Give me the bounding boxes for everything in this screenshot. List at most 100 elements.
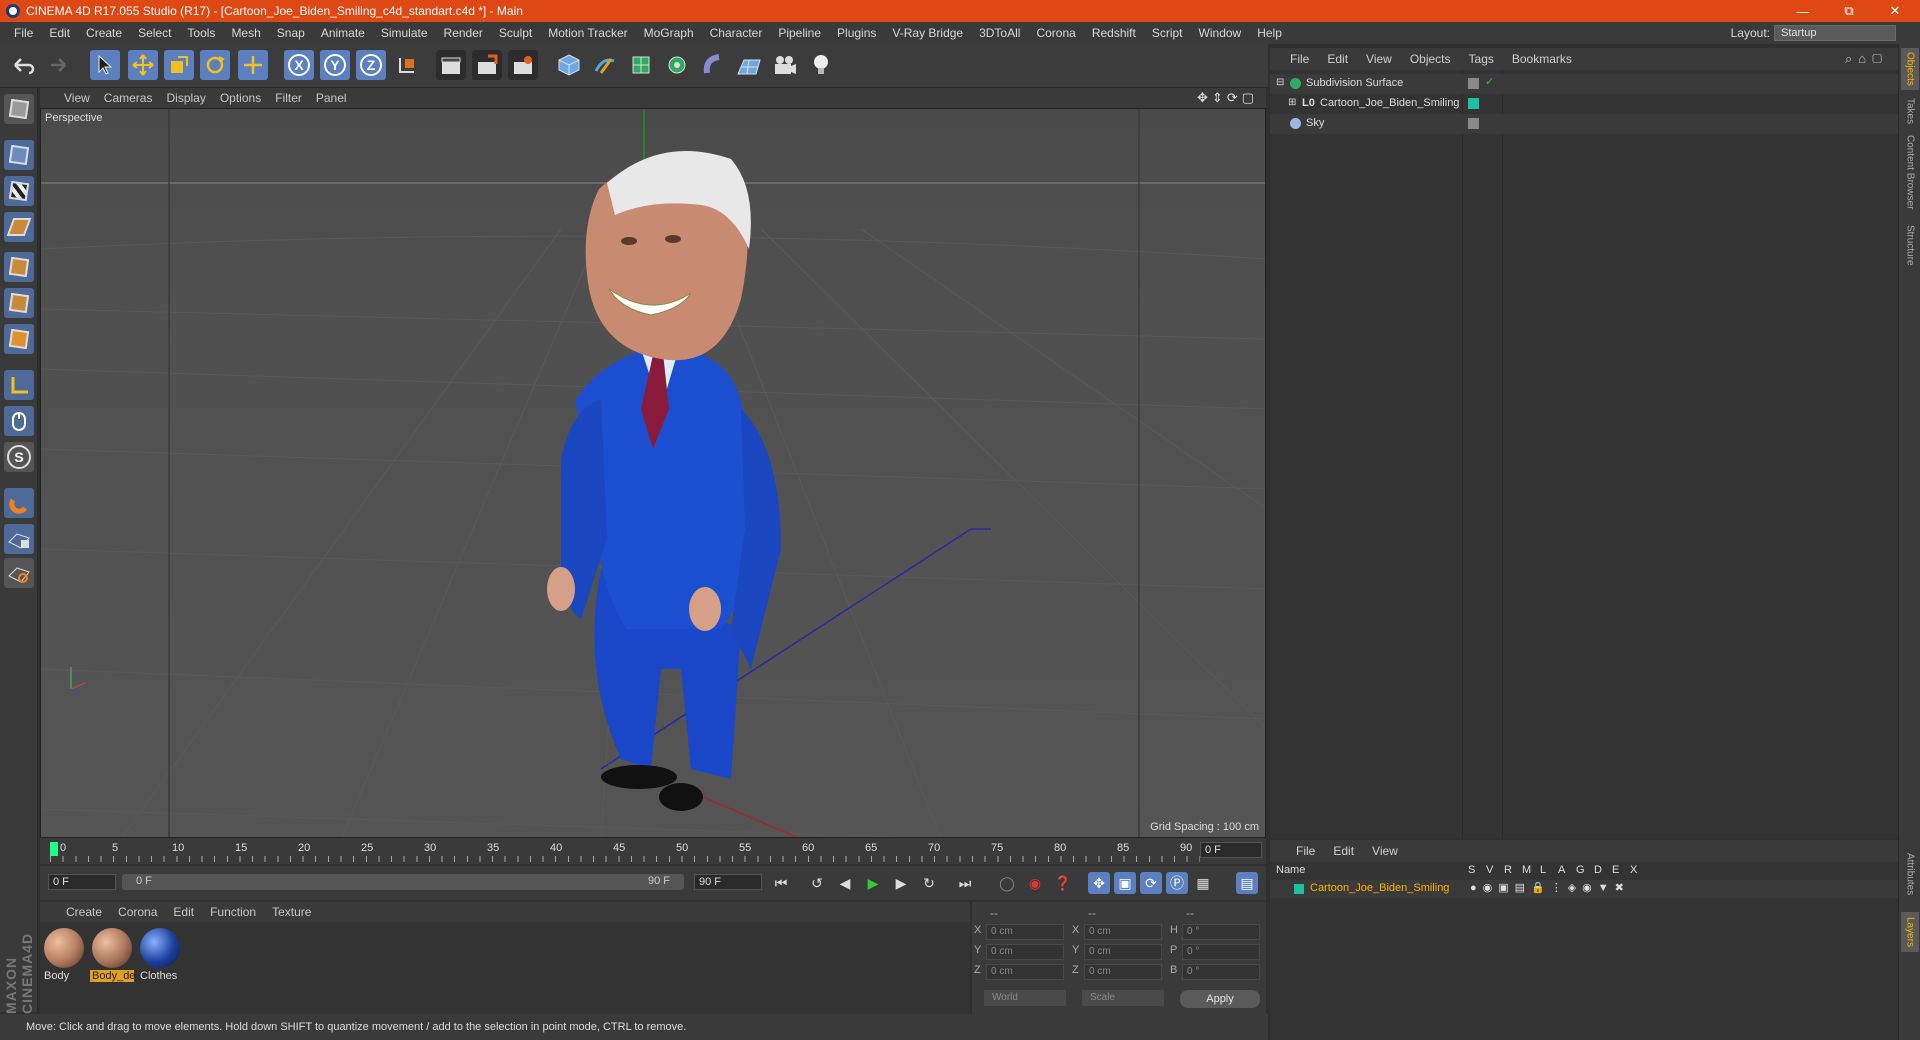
object-row-subdivision-surface[interactable]: ⊟ Subdivision Surface ✓	[1270, 74, 1898, 94]
rotate-tool-button[interactable]	[200, 50, 230, 80]
coordinate-system-button[interactable]	[392, 50, 422, 80]
material-menu-edit[interactable]: Edit	[173, 905, 194, 919]
menu-tools[interactable]: Tools	[179, 26, 223, 40]
menu-vray-bridge[interactable]: V-Ray Bridge	[884, 26, 971, 40]
key-rotation-button[interactable]: ⟳	[1140, 872, 1162, 894]
workplane-lock-button[interactable]	[4, 524, 34, 554]
transform-tool-button[interactable]	[238, 50, 268, 80]
undo-button[interactable]	[8, 50, 38, 80]
menu-plugins[interactable]: Plugins	[829, 26, 884, 40]
menu-pipeline[interactable]: Pipeline	[770, 26, 829, 40]
coordinate-mode-dropdown[interactable]: World	[984, 990, 1066, 1006]
rotation-p-field[interactable]: 0 °	[1182, 944, 1260, 960]
timeline-playhead[interactable]	[50, 842, 58, 856]
viewport-navigation-icons[interactable]: ✥⇕⟳▢	[1197, 90, 1258, 106]
render-to-picture-viewer-button[interactable]	[472, 50, 502, 80]
autokeying-button[interactable]: ◉	[1024, 872, 1046, 894]
scale-tool-button[interactable]	[164, 50, 194, 80]
layer-menu-edit[interactable]: Edit	[1333, 844, 1354, 858]
position-x-field[interactable]: 0 cm	[986, 924, 1064, 940]
tab-layers[interactable]: Layers	[1901, 912, 1919, 952]
object-menu-bookmarks[interactable]: Bookmarks	[1512, 52, 1572, 66]
menu-edit[interactable]: Edit	[41, 26, 78, 40]
tab-attributes[interactable]: Attributes	[1901, 844, 1919, 904]
layer-menu-view[interactable]: View	[1372, 844, 1398, 858]
object-row-sky[interactable]: Sky	[1270, 114, 1898, 134]
menu-file[interactable]: File	[6, 26, 41, 40]
viewport-menu-options[interactable]: Options	[220, 91, 261, 105]
model-mode-button[interactable]	[4, 140, 34, 170]
points-mode-button[interactable]	[4, 252, 34, 282]
viewport-menu-filter[interactable]: Filter	[275, 91, 302, 105]
menu-animate[interactable]: Animate	[313, 26, 373, 40]
layer-flag-icons[interactable]: ●◉▣▤🔒⋮◈◉▼✖	[1470, 881, 1630, 894]
goto-start-button[interactable]: ⏮	[770, 872, 792, 894]
key-pla-button[interactable]: ▦	[1192, 872, 1214, 894]
render-settings-button[interactable]	[508, 50, 538, 80]
layer-row[interactable]: Cartoon_Joe_Biden_Smiling ●◉▣▤🔒⋮◈◉▼✖	[1270, 880, 1898, 898]
material-body-de[interactable]: Body_de	[90, 926, 135, 986]
tab-takes[interactable]: Takes	[1901, 96, 1919, 126]
menu-snap[interactable]: Snap	[269, 26, 313, 40]
subdivision-surface-button[interactable]	[626, 50, 656, 80]
workplane-mode-button[interactable]	[4, 212, 34, 242]
timeline-ruler[interactable]: 0 5 10 15 20 25 30 35 40 45 50 55 60 65 …	[40, 838, 1266, 864]
menu-help[interactable]: Help	[1249, 26, 1290, 40]
perspective-viewport[interactable]: Perspective Grid Spacing : 100 cm	[40, 108, 1266, 838]
menu-simulate[interactable]: Simulate	[373, 26, 436, 40]
size-mode-dropdown[interactable]: Scale	[1082, 990, 1164, 1006]
next-frame-button[interactable]: ▶	[890, 872, 912, 894]
object-menu-view[interactable]: View	[1366, 52, 1392, 66]
menu-mograph[interactable]: MoGraph	[636, 26, 702, 40]
make-editable-button[interactable]	[4, 94, 34, 124]
redo-button[interactable]	[42, 50, 72, 80]
camera-object-button[interactable]	[770, 50, 800, 80]
texture-mode-button[interactable]	[4, 176, 34, 206]
polygons-mode-button[interactable]	[4, 324, 34, 354]
menu-motion-tracker[interactable]: Motion Tracker	[540, 26, 635, 40]
material-menu-create[interactable]: Create	[66, 905, 102, 919]
restore-button[interactable]: ⧉	[1826, 0, 1872, 22]
tweak-mode-button[interactable]	[4, 406, 34, 436]
cartoon-character-model[interactable]	[547, 151, 781, 811]
snap-button[interactable]	[4, 488, 34, 518]
light-object-button[interactable]	[806, 50, 836, 80]
next-key-button[interactable]: ↻	[918, 872, 940, 894]
previous-key-button[interactable]: ↺	[806, 872, 828, 894]
menu-3dtoall[interactable]: 3DToAll	[971, 26, 1028, 40]
floor-object-button[interactable]	[734, 50, 764, 80]
start-frame-field[interactable]: 0 F	[48, 874, 116, 890]
menu-sculpt[interactable]: Sculpt	[491, 26, 540, 40]
viewport-menu-display[interactable]: Display	[166, 91, 205, 105]
expand-icon[interactable]: ⊞	[1288, 97, 1296, 108]
menu-select[interactable]: Select	[130, 26, 179, 40]
enable-axis-button[interactable]	[4, 370, 34, 400]
workplane-rotate-button[interactable]	[4, 558, 34, 588]
menu-script[interactable]: Script	[1144, 26, 1191, 40]
object-menu-edit[interactable]: Edit	[1327, 52, 1348, 66]
live-selection-button[interactable]	[90, 50, 120, 80]
end-frame-field[interactable]: 90 F	[694, 874, 762, 890]
viewport-menu-view[interactable]: View	[64, 91, 90, 105]
viewport-menu-panel[interactable]: Panel	[316, 91, 347, 105]
apply-button[interactable]: Apply	[1180, 990, 1260, 1008]
y-axis-lock-button[interactable]: Y	[320, 50, 350, 80]
object-manager-search-icons[interactable]: ⌕⌂▢	[1845, 51, 1888, 67]
menu-mesh[interactable]: Mesh	[223, 26, 268, 40]
cloner-button[interactable]	[662, 50, 692, 80]
size-z-field[interactable]: 0 cm	[1084, 964, 1162, 980]
menu-render[interactable]: Render	[436, 26, 491, 40]
z-axis-lock-button[interactable]: Z	[356, 50, 386, 80]
tab-structure[interactable]: Structure	[1901, 220, 1919, 270]
tab-content-browser[interactable]: Content Browser	[1901, 132, 1919, 212]
layout-select[interactable]: Startup	[1774, 25, 1896, 41]
key-scale-button[interactable]: ▣	[1114, 872, 1136, 894]
size-y-field[interactable]: 0 cm	[1084, 944, 1162, 960]
position-y-field[interactable]: 0 cm	[986, 944, 1064, 960]
edges-mode-button[interactable]	[4, 288, 34, 318]
play-button[interactable]: ▶	[862, 872, 884, 894]
material-menu-function[interactable]: Function	[210, 905, 256, 919]
enabled-check-icon[interactable]: ✓	[1485, 75, 1494, 88]
viewport-menu-cameras[interactable]: Cameras	[104, 91, 153, 105]
pen-spline-button[interactable]	[590, 50, 620, 80]
